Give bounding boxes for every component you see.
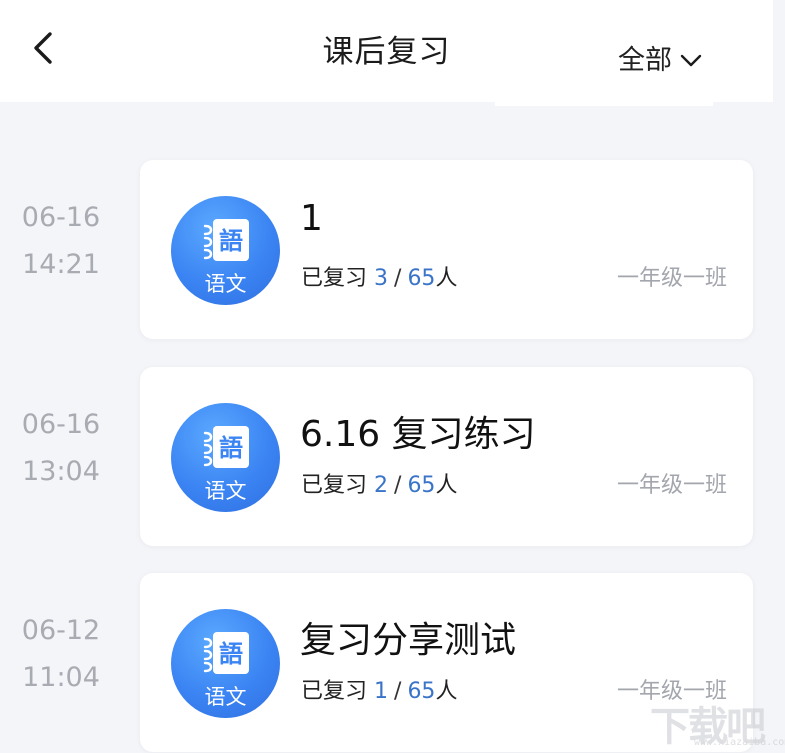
chinese-book-icon: 語 [203, 632, 249, 674]
review-card[interactable]: 語 语文 复习分享测试 已复习 1/65人 一年级一班 [140, 573, 753, 752]
class-name: 一年级一班 [616, 679, 727, 704]
subject-label: 语文 [204, 479, 247, 503]
item-datetime: 06-16 14:21 [12, 194, 110, 288]
subject-label: 语文 [204, 685, 247, 709]
review-card[interactable]: 語 语文 6.16 复习练习 已复习 2/65人 一年级一班 [140, 367, 753, 546]
total-count: 65 [407, 266, 436, 291]
svg-text:語: 語 [219, 434, 243, 462]
class-name: 一年级一班 [616, 473, 727, 498]
subject-label: 语文 [204, 272, 247, 296]
filter-label: 全部 [618, 45, 672, 76]
reviewed-count: 1 [374, 679, 389, 704]
subject-badge: 語 语文 [171, 403, 280, 512]
item-date: 06-12 [21, 615, 101, 646]
reviewed-label: 已复习 [301, 266, 368, 291]
item-title: 复习分享测试 [300, 620, 517, 661]
item-date: 06-16 [21, 409, 101, 440]
review-list-item: 06-16 13:04 語 语文 6.16 复习练习 已复习 2/65人 一年级… [0, 367, 785, 547]
review-progress: 已复习 1/65人 [301, 679, 458, 704]
item-time: 13:04 [22, 456, 100, 487]
chevron-down-icon [680, 54, 702, 66]
total-count: 65 [407, 473, 436, 498]
filter-underlay [495, 102, 713, 106]
subject-badge: 語 语文 [171, 196, 280, 305]
subject-badge: 語 语文 [171, 609, 280, 718]
count-unit: 人 [435, 473, 458, 498]
item-datetime: 06-16 13:04 [12, 401, 110, 495]
chinese-book-icon: 語 [203, 426, 249, 468]
review-progress: 已复习 3/65人 [301, 266, 458, 291]
item-time: 11:04 [22, 662, 100, 693]
review-progress: 已复习 2/65人 [301, 473, 458, 498]
top-nav-bar: 课后复习 全部 [0, 0, 773, 102]
reviewed-label: 已复习 [301, 473, 368, 498]
class-name: 一年级一班 [616, 266, 727, 291]
reviewed-count: 3 [374, 266, 389, 291]
chinese-book-icon: 語 [203, 219, 249, 261]
item-datetime: 06-12 11:04 [12, 607, 110, 701]
item-time: 14:21 [22, 249, 100, 280]
count-unit: 人 [435, 266, 458, 291]
review-card[interactable]: 語 语文 1 已复习 3/65人 一年级一班 [140, 160, 753, 339]
svg-text:語: 語 [219, 227, 243, 255]
filter-dropdown[interactable]: 全部 [618, 38, 704, 77]
reviewed-label: 已复习 [301, 679, 368, 704]
item-title: 6.16 复习练习 [300, 414, 536, 455]
review-list-item: 06-12 11:04 語 语文 复习分享测试 已复习 1/65人 一年级一班 [0, 573, 785, 753]
reviewed-count: 2 [374, 473, 389, 498]
total-count: 65 [407, 679, 436, 704]
review-list-item: 06-16 14:21 語 语文 1 已复习 3/65人 一年级一班 [0, 160, 785, 340]
svg-text:語: 語 [219, 640, 243, 668]
item-title: 1 [300, 198, 323, 239]
count-unit: 人 [435, 679, 458, 704]
item-date: 06-16 [21, 202, 101, 233]
